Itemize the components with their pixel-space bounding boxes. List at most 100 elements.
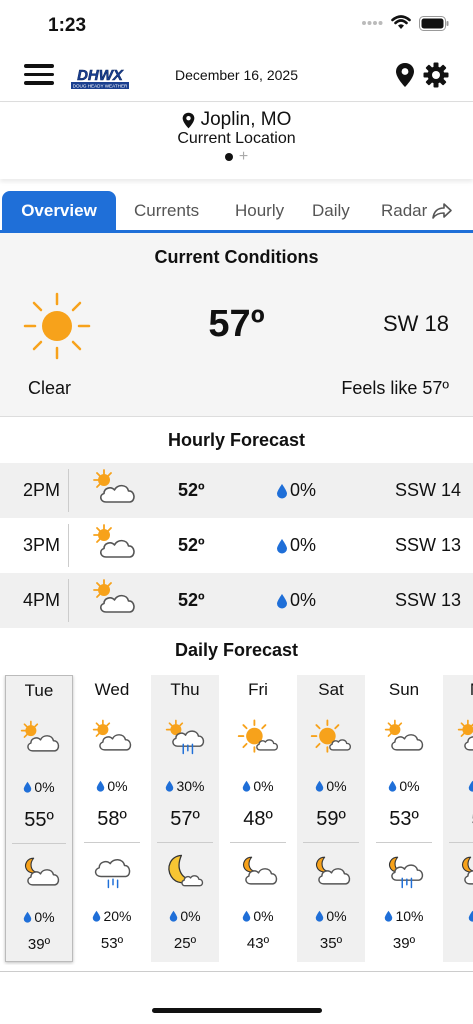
tab-overview[interactable]: Overview bbox=[2, 191, 116, 230]
tab-hourly[interactable]: Hourly bbox=[235, 191, 284, 230]
raindrop-icon bbox=[166, 780, 174, 792]
night-precip: 20% bbox=[78, 908, 146, 924]
home-indicator[interactable] bbox=[152, 1008, 322, 1013]
raindrop-icon bbox=[24, 911, 32, 923]
logo-subtext: DOUG HEADY WEATHER bbox=[73, 84, 128, 89]
day-name: Thu bbox=[170, 680, 200, 699]
night-precip: 0% bbox=[6, 909, 72, 925]
day-high: 48º bbox=[243, 808, 273, 830]
hour-precip: 0% bbox=[276, 480, 316, 501]
night-precip: 0% bbox=[297, 908, 365, 924]
raindrop-icon bbox=[170, 910, 178, 922]
day-precip: 0% bbox=[224, 778, 292, 794]
partly-cloudy-night-icon bbox=[242, 856, 278, 885]
day-high: 58º bbox=[97, 808, 127, 830]
day-name: Tue bbox=[24, 681, 54, 700]
gear-icon[interactable] bbox=[423, 62, 449, 88]
partly-cloudy-night-icon bbox=[24, 857, 60, 886]
day-low: 53º bbox=[100, 935, 124, 952]
hour-precip: 0% bbox=[276, 590, 316, 611]
day-name: Sat bbox=[318, 680, 344, 699]
daily-column-fri[interactable]: Fri 0% 48º 0% 43º bbox=[224, 675, 292, 962]
rain-night-icon bbox=[388, 856, 424, 889]
day-precip: 0% bbox=[370, 778, 438, 794]
location-pager[interactable]: + bbox=[0, 149, 473, 165]
status-icons bbox=[361, 15, 449, 31]
raindrop-icon bbox=[24, 781, 32, 793]
tab-radar[interactable]: Radar bbox=[381, 191, 453, 230]
daily-column-m[interactable]: M 1 5 1 bbox=[443, 675, 473, 962]
tab-currents[interactable]: Currents bbox=[134, 191, 199, 230]
raindrop-icon bbox=[468, 910, 473, 922]
day-name: Sun bbox=[388, 680, 420, 699]
day-precip: 1 bbox=[443, 778, 473, 794]
raindrop-icon bbox=[389, 780, 397, 792]
hour-temp: 52º bbox=[178, 590, 205, 610]
day-name: Wed bbox=[94, 680, 130, 699]
raindrop-icon bbox=[93, 910, 101, 922]
day-precip: 30% bbox=[151, 778, 219, 794]
daily-column-tue[interactable]: Tue 0% 55º 0% 39º bbox=[5, 675, 73, 962]
partly-cloudy-night-icon bbox=[315, 856, 351, 885]
day-high: 53º bbox=[389, 808, 419, 830]
status-time: 1:23 bbox=[48, 15, 87, 36]
hourly-row[interactable]: 4PM 52º 0% SSW 13 bbox=[0, 573, 473, 628]
status-bar: 1:23 bbox=[0, 0, 473, 50]
hour-wind: SSW 13 bbox=[394, 590, 461, 610]
daily-column-sun[interactable]: Sun 0% 53º 10% 39º bbox=[370, 675, 438, 962]
hourly-row[interactable]: 3PM 52º 0% SSW 13 bbox=[0, 518, 473, 573]
rain-sun-cloud-icon bbox=[165, 719, 205, 755]
battery-icon bbox=[419, 15, 449, 31]
moon-cloud-icon bbox=[168, 854, 204, 887]
raindrop-icon bbox=[277, 538, 287, 553]
rain-cloud-icon bbox=[94, 858, 131, 889]
partly-cloudy-night-icon bbox=[461, 856, 473, 885]
hourly-forecast-title: Hourly Forecast bbox=[167, 430, 306, 450]
location-pin-icon[interactable] bbox=[395, 62, 415, 88]
night-precip: 1 bbox=[443, 908, 473, 924]
partly-cloudy-day-icon bbox=[384, 719, 424, 751]
raindrop-icon bbox=[468, 780, 473, 792]
partly-cloudy-day-icon bbox=[93, 524, 135, 558]
partly-cloudy-day-icon bbox=[93, 469, 135, 503]
raindrop-icon bbox=[243, 780, 251, 792]
day-low: 43º bbox=[246, 935, 270, 952]
tab-daily[interactable]: Daily bbox=[312, 191, 350, 230]
day-precip: 0% bbox=[297, 778, 365, 794]
day-low: 39º bbox=[392, 935, 416, 952]
daily-column-thu[interactable]: Thu 30% 57º 0% 25º bbox=[151, 675, 219, 962]
share-arrow-icon bbox=[432, 202, 453, 219]
daily-column-wed[interactable]: Wed 0% 58º 20% 53º bbox=[78, 675, 146, 962]
daily-forecast-strip[interactable]: Tue 0% 55º 0% 39º Wed 0% 58º 20% 53º Thu 30% 57º 0% 25… bbox=[0, 675, 473, 965]
day-low: 25º bbox=[173, 935, 197, 952]
hour-precip: 0% bbox=[276, 535, 316, 556]
day-precip: 0% bbox=[6, 779, 72, 795]
day-high: 5 bbox=[443, 808, 473, 831]
day-high: 59º bbox=[316, 808, 346, 830]
raindrop-icon bbox=[97, 780, 105, 792]
hour-time: 2PM bbox=[22, 480, 60, 500]
wifi-icon bbox=[391, 15, 411, 29]
raindrop-icon bbox=[277, 593, 287, 608]
daily-column-sat[interactable]: Sat 0% 59º 0% 35º bbox=[297, 675, 365, 962]
raindrop-icon bbox=[277, 483, 287, 498]
pager-dot-active[interactable] bbox=[224, 153, 233, 161]
current-wind: SW 18 bbox=[382, 311, 449, 336]
tab-radar-label: Radar bbox=[381, 201, 428, 220]
raindrop-icon bbox=[385, 910, 393, 922]
location-selector[interactable]: Joplin, MO Current Location + bbox=[0, 103, 473, 179]
raindrop-icon bbox=[243, 910, 251, 922]
partly-cloudy-day-icon bbox=[20, 720, 60, 752]
hour-wind: SSW 14 bbox=[394, 480, 461, 500]
hourly-row[interactable]: 2PM 52º 0% SSW 14 bbox=[0, 463, 473, 518]
daily-forecast-title: Daily Forecast bbox=[174, 640, 299, 660]
current-condition: Clear bbox=[28, 378, 72, 398]
add-location-button[interactable]: + bbox=[239, 149, 248, 165]
night-precip: 0% bbox=[151, 908, 219, 924]
mostly-sunny-icon bbox=[310, 719, 352, 753]
mostly-sunny-icon bbox=[237, 719, 279, 753]
day-name: M bbox=[443, 680, 473, 700]
day-precip: 0% bbox=[78, 778, 146, 794]
hour-temp: 52º bbox=[178, 480, 205, 500]
day-high: 57º bbox=[170, 808, 200, 830]
